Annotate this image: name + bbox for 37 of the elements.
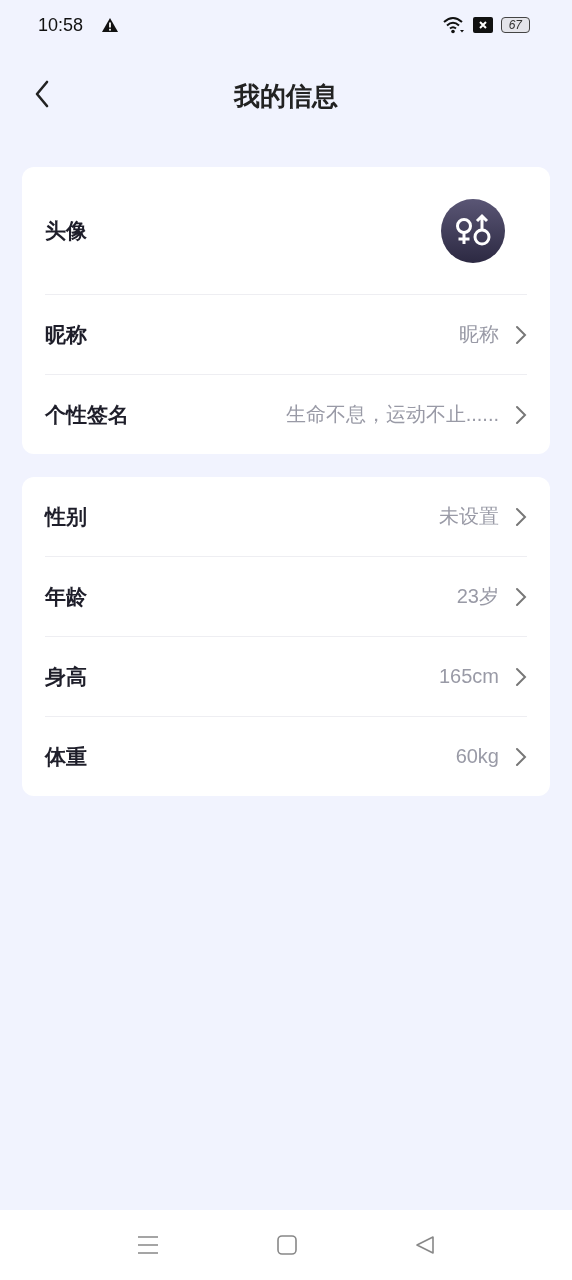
row-label: 年龄 xyxy=(45,583,87,610)
row-value: 60kg xyxy=(455,745,499,768)
battery-indicator: 67 xyxy=(500,17,530,33)
row-label: 昵称 xyxy=(45,321,87,348)
back-button[interactable] xyxy=(34,80,50,108)
no-sim-icon xyxy=(472,17,493,33)
row-label: 头像 xyxy=(45,217,87,244)
chevron-icon xyxy=(515,324,527,345)
avatar-row[interactable]: 头像 xyxy=(45,167,527,294)
wifi-icon xyxy=(442,16,465,34)
chevron-icon xyxy=(515,404,527,425)
row-label: 体重 xyxy=(45,743,87,770)
row-value: 165cm xyxy=(438,665,499,688)
page-title: 我的信息 xyxy=(234,79,338,113)
chevron-icon xyxy=(515,506,527,527)
detail-row[interactable]: 年龄 23岁 xyxy=(45,556,527,636)
detail-row[interactable]: 身高 165cm xyxy=(45,636,527,716)
home-icon[interactable] xyxy=(277,1235,297,1255)
chevron-icon xyxy=(515,586,527,607)
row-value: 未设置 xyxy=(439,504,499,529)
status-time: 10:58 xyxy=(38,14,84,36)
avatar-icon xyxy=(441,198,505,263)
profile-row[interactable]: 个性签名 生命不息，运动不止...... xyxy=(45,374,527,454)
back-icon[interactable] xyxy=(415,1235,435,1255)
row-label: 性别 xyxy=(45,503,87,530)
detail-row[interactable]: 性别 未设置 xyxy=(45,477,527,556)
chevron-icon xyxy=(515,666,527,687)
row-label: 个性签名 xyxy=(45,401,129,428)
row-value: 23岁 xyxy=(456,584,499,609)
warning-icon xyxy=(101,17,120,33)
row-value: 昵称 xyxy=(459,322,499,347)
menu-icon[interactable] xyxy=(137,1235,159,1255)
row-label: 身高 xyxy=(45,663,87,690)
profile-row[interactable]: 昵称 昵称 xyxy=(45,294,527,374)
detail-row[interactable]: 体重 60kg xyxy=(45,716,527,796)
chevron-icon xyxy=(515,746,527,767)
row-value: 生命不息，运动不止...... xyxy=(285,402,499,427)
